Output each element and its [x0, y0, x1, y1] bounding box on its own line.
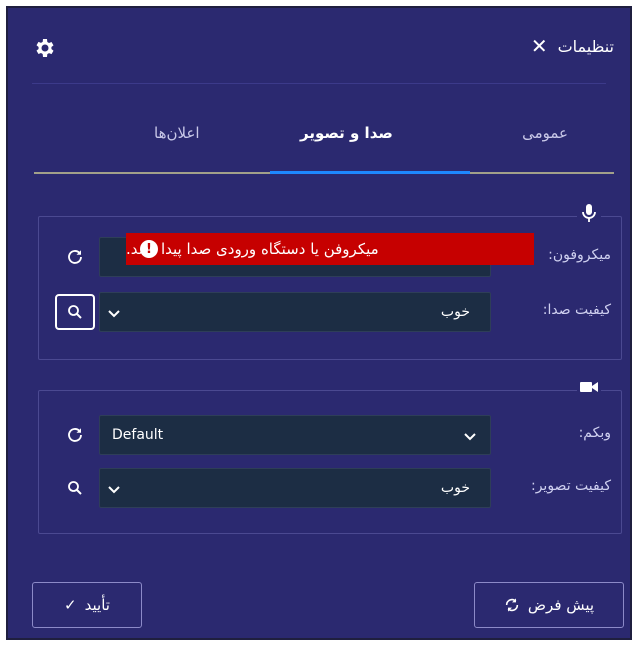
audio-quality-value: خوب	[440, 304, 470, 320]
audio-test-button[interactable]	[55, 294, 95, 330]
refresh-microphone-button[interactable]	[55, 239, 95, 275]
ok-button[interactable]: تأیید ✓	[32, 582, 142, 628]
webcam-value: Default	[112, 427, 164, 443]
video-settings-group: وبکم: Default کیفیت تصویر: خوب	[38, 375, 622, 534]
camera-icon	[577, 375, 601, 399]
error-message: میکروفن یا دستگاه ورودی صدا پیدا نشد.	[126, 240, 379, 258]
microphone-label: میکروفون:	[548, 247, 611, 263]
header-divider	[32, 83, 606, 84]
check-icon: ✓	[64, 596, 77, 614]
audio-quality-label: کیفیت صدا:	[542, 302, 611, 318]
gear-icon[interactable]	[32, 36, 56, 60]
microphone-icon	[577, 201, 601, 225]
audio-quality-row: کیفیت صدا: خوب	[39, 292, 621, 332]
alert-icon: !	[140, 240, 158, 258]
settings-dialog: تنظیمات ✕ عمومی صدا و تصویر اعلان‌ها میک…	[6, 6, 632, 640]
webcam-select[interactable]: Default	[99, 415, 491, 455]
webcam-label: وبکم:	[578, 425, 611, 441]
tab-audio-video[interactable]: صدا و تصویر	[300, 124, 393, 142]
refresh-webcam-button[interactable]	[55, 417, 95, 453]
video-quality-select[interactable]: خوب	[99, 468, 491, 508]
dialog-header: تنظیمات ✕	[8, 8, 630, 86]
refresh-icon	[68, 428, 82, 442]
sync-icon	[505, 598, 519, 612]
chevron-down-icon	[108, 486, 120, 494]
video-quality-value: خوب	[440, 480, 470, 496]
video-quality-row: کیفیت تصویر: خوب	[39, 468, 621, 508]
reset-defaults-button[interactable]: پیش فرض	[474, 582, 624, 628]
tab-notifications[interactable]: اعلان‌ها	[154, 124, 200, 142]
webcam-row: وبکم: Default	[39, 415, 621, 455]
active-tab-indicator	[270, 171, 470, 174]
search-icon	[68, 481, 82, 495]
video-test-button[interactable]	[55, 470, 95, 506]
reset-label: پیش فرض	[527, 596, 595, 614]
search-icon	[68, 305, 82, 319]
tab-bar: عمومی صدا و تصویر اعلان‌ها	[34, 104, 614, 174]
ok-label: تأیید	[84, 596, 110, 614]
error-toast: میکروفن یا دستگاه ورودی صدا پیدا نشد. !	[126, 233, 534, 265]
title-bar: تنظیمات ✕	[531, 36, 614, 56]
audio-quality-select[interactable]: خوب	[99, 292, 491, 332]
dialog-title: تنظیمات	[557, 36, 614, 56]
close-icon[interactable]: ✕	[531, 36, 548, 56]
refresh-icon	[68, 250, 82, 264]
tab-general[interactable]: عمومی	[522, 124, 568, 142]
chevron-down-icon	[464, 433, 476, 441]
video-quality-label: کیفیت تصویر:	[530, 478, 611, 494]
chevron-down-icon	[108, 310, 120, 318]
